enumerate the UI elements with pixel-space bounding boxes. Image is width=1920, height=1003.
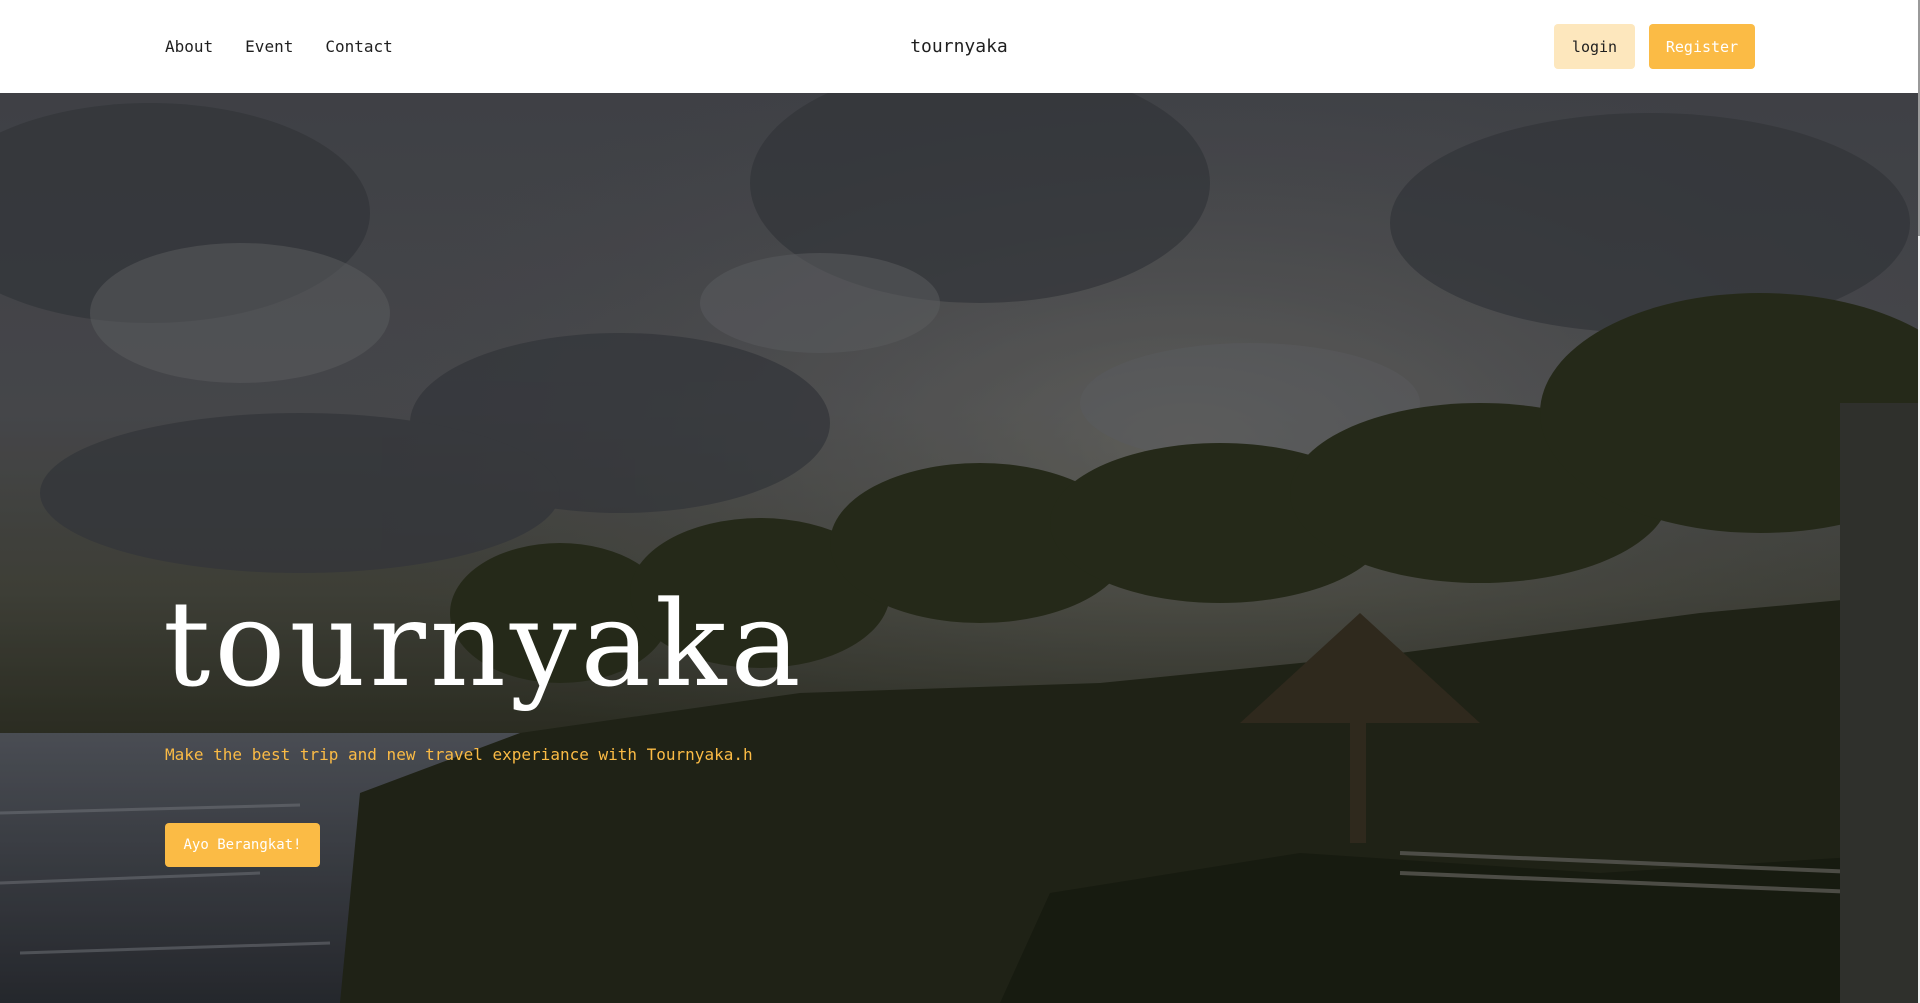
nav-link-event[interactable]: Event [245, 37, 293, 56]
hero-title: tournyaka [163, 575, 805, 713]
register-button[interactable]: Register [1649, 24, 1755, 69]
nav-actions: login Register [1554, 0, 1755, 93]
login-button[interactable]: login [1554, 24, 1635, 69]
brand-logo-text[interactable]: tournyaka [910, 36, 1008, 57]
nav-link-about[interactable]: About [165, 37, 213, 56]
hero-subtitle: Make the best trip and new travel experi… [165, 745, 753, 764]
navbar: About Event Contact tournyaka login Regi… [0, 0, 1918, 93]
cta-button[interactable]: Ayo Berangkat! [165, 823, 320, 867]
nav-link-contact[interactable]: Contact [325, 37, 392, 56]
page: About Event Contact tournyaka login Regi… [0, 0, 1920, 1003]
nav-links: About Event Contact [165, 0, 393, 93]
